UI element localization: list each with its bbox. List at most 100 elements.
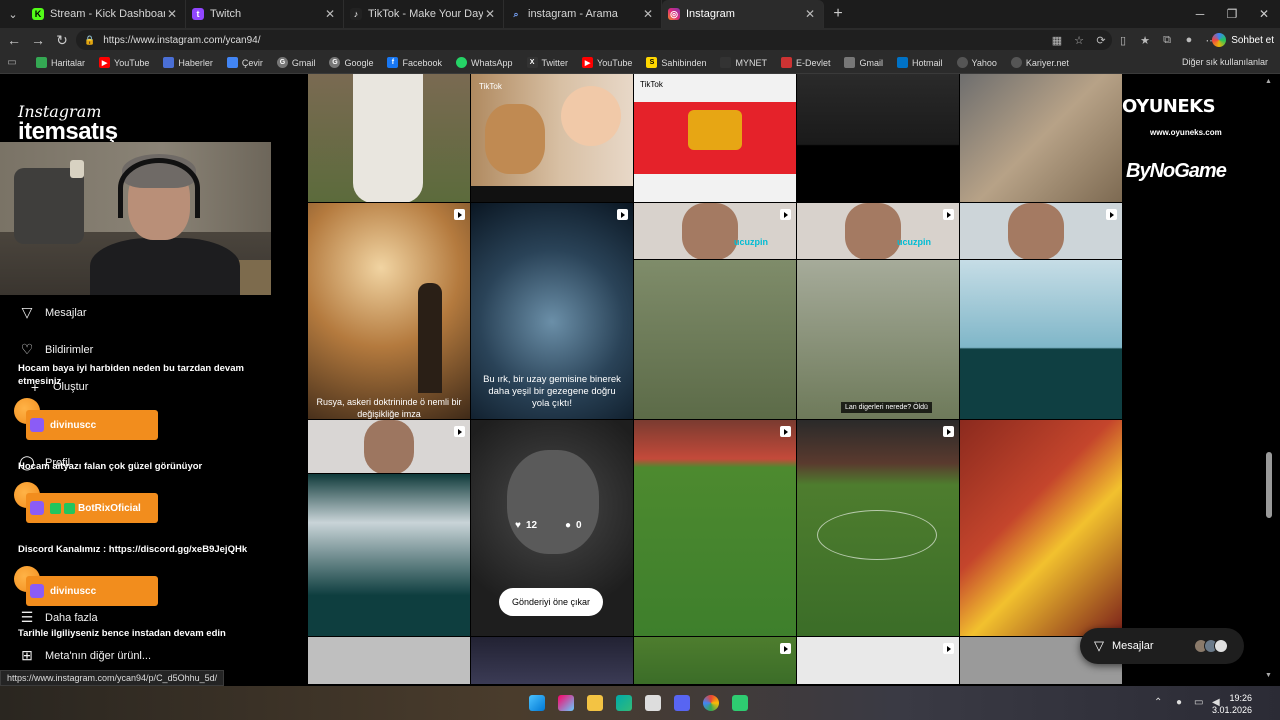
bot-icon bbox=[50, 502, 61, 514]
post-tile-game[interactable] bbox=[308, 474, 471, 637]
bookmark-item[interactable]: ▶ YouTube bbox=[99, 57, 149, 68]
post-tile[interactable]: Bu ırk, bir uzay gemisine binerek daha y… bbox=[471, 203, 634, 420]
bookmark-item[interactable]: E-Devlet bbox=[780, 57, 830, 68]
bookmark-item[interactable]: X Twitter bbox=[526, 57, 568, 68]
post-tile[interactable] bbox=[797, 74, 960, 203]
post-tile-game[interactable] bbox=[634, 260, 797, 420]
apps-icon[interactable]: ▦ bbox=[1046, 34, 1068, 47]
tab-twitch[interactable]: t Twitch ✕ bbox=[186, 0, 344, 28]
close-icon[interactable]: ✕ bbox=[641, 7, 655, 21]
system-clock[interactable]: 19:26 3.01.2026 bbox=[1212, 692, 1252, 716]
favorites-icon[interactable]: ★ bbox=[1134, 34, 1156, 47]
messages-floating-button[interactable]: ▽ Mesajlar bbox=[1080, 628, 1244, 664]
post-tile[interactable]: TikTok bbox=[471, 74, 634, 203]
post-tile[interactable]: Rusya, askeri doktrininde ö nemli bir de… bbox=[308, 203, 471, 420]
tab-instagram-search[interactable]: ⌕ instagram - Arama ✕ bbox=[504, 0, 662, 28]
start-icon[interactable] bbox=[529, 695, 545, 711]
post-tile-crowd[interactable] bbox=[960, 420, 1123, 637]
favorite-star-icon[interactable]: ☆ bbox=[1068, 34, 1090, 47]
streamer-face bbox=[845, 203, 901, 259]
app-icon[interactable] bbox=[732, 695, 748, 711]
sidebar-item-messages[interactable]: ▽ Mesajlar bbox=[18, 304, 87, 321]
tab-kick[interactable]: K Stream - Kick Dashboard ✕ bbox=[26, 0, 186, 28]
post-tile-stream[interactable]: ucuzpin bbox=[634, 203, 797, 260]
boost-post-button[interactable]: Gönderiyi öne çıkar bbox=[499, 588, 603, 616]
post-tile[interactable]: TikTok bbox=[634, 74, 797, 203]
back-icon[interactable]: ← bbox=[2, 32, 26, 48]
tray-chevron-icon[interactable]: ⌃ bbox=[1154, 697, 1162, 708]
minimize-icon[interactable]: ─ bbox=[1184, 0, 1216, 28]
file-explorer-icon[interactable] bbox=[587, 695, 603, 711]
copilot-icon bbox=[1212, 33, 1227, 47]
post-tile-hovered[interactable]: ♥ 12 ● 0 Gönderiyi öne çıkar bbox=[471, 420, 634, 637]
post-tile-game[interactable] bbox=[960, 260, 1123, 420]
sidebar-item-meta[interactable]: ⊞ Meta'nın diğer ürünl... bbox=[18, 647, 151, 664]
post-tile[interactable] bbox=[797, 637, 960, 685]
mic-icon[interactable]: ● bbox=[1176, 697, 1182, 708]
post-tile[interactable] bbox=[471, 637, 634, 685]
split-icon[interactable]: ▯ bbox=[1112, 34, 1134, 47]
bookmark-item[interactable]: WhatsApp bbox=[456, 57, 513, 68]
avatar bbox=[1214, 639, 1228, 653]
profile-photo bbox=[507, 450, 599, 554]
bookmark-item[interactable]: G Gmail bbox=[276, 57, 315, 68]
close-icon[interactable]: ✕ bbox=[323, 7, 337, 21]
chat-message: Discord Kanalımız : https://discord.gg/x… bbox=[18, 544, 248, 555]
scroll-up-icon[interactable]: ▲ bbox=[1265, 78, 1272, 85]
bookmark-item[interactable]: Kariyer.net bbox=[1010, 57, 1069, 68]
scroll-down-icon[interactable]: ▼ bbox=[1265, 672, 1272, 679]
bookmark-item[interactable]: MYNET bbox=[720, 57, 767, 68]
url-field[interactable]: 🔒 https://www.instagram.com/ycan94/ bbox=[76, 30, 1112, 50]
profile-avatar[interactable]: ● bbox=[1178, 34, 1200, 46]
new-tab-button[interactable]: + bbox=[824, 5, 852, 23]
post-tile-football[interactable] bbox=[797, 420, 960, 637]
bookmark-item[interactable]: f Facebook bbox=[387, 57, 442, 68]
post-tile[interactable] bbox=[960, 74, 1123, 203]
collections-icon[interactable]: ⧉ bbox=[1156, 34, 1178, 47]
close-icon[interactable]: ✕ bbox=[483, 7, 497, 21]
close-window-icon[interactable]: ✕ bbox=[1248, 0, 1280, 28]
edge-icon[interactable] bbox=[616, 695, 632, 711]
post-tile-stream[interactable] bbox=[960, 203, 1123, 260]
bookmark-item[interactable]: S Sahibinden bbox=[646, 57, 706, 68]
bookmark-item[interactable]: Gmail bbox=[844, 57, 883, 68]
post-tile-stream[interactable]: ucuzpin bbox=[797, 203, 960, 260]
other-bookmarks[interactable]: Diğer sık kullanılanlar bbox=[1182, 57, 1268, 67]
post-tile-stream[interactable] bbox=[308, 420, 471, 474]
sidebar-item-more[interactable]: ☰ Daha fazla bbox=[18, 609, 98, 626]
post-tile-game[interactable]: Lan digerleri nerede? Öldü bbox=[797, 260, 960, 420]
reading-list-icon[interactable]: ▭ bbox=[0, 57, 24, 68]
bookmark-item[interactable]: Yahoo bbox=[956, 57, 997, 68]
bookmark-item[interactable]: ▶ YouTube bbox=[582, 57, 632, 68]
post-tile[interactable] bbox=[308, 74, 471, 203]
post-tile[interactable] bbox=[308, 637, 471, 685]
reload-icon[interactable]: ↻ bbox=[50, 32, 74, 49]
copilot-icon[interactable] bbox=[558, 695, 574, 711]
extensions-icon[interactable]: ⟳ bbox=[1090, 34, 1112, 47]
post-tile[interactable] bbox=[634, 637, 797, 685]
network-icon[interactable]: ▭ bbox=[1194, 697, 1203, 708]
bookmark-label: MYNET bbox=[735, 57, 767, 68]
restore-icon[interactable]: ❐ bbox=[1216, 0, 1248, 28]
discord-icon[interactable] bbox=[674, 695, 690, 711]
chrome-icon[interactable] bbox=[703, 695, 719, 711]
close-icon[interactable]: ✕ bbox=[803, 7, 817, 21]
tab-instagram[interactable]: ◎ Instagram ✕ bbox=[662, 0, 824, 28]
tab-list-button[interactable]: ⌄ bbox=[0, 0, 26, 28]
bookmark-item[interactable]: Hotmail bbox=[897, 57, 943, 68]
copilot-chat-button[interactable]: Sohbet et bbox=[1212, 31, 1274, 49]
scrollbar-thumb[interactable] bbox=[1266, 452, 1272, 518]
bookmark-item[interactable]: Haritalar bbox=[36, 57, 85, 68]
chat-user-badge: divinuscc bbox=[26, 410, 158, 440]
store-icon[interactable] bbox=[645, 695, 661, 711]
tab-tiktok[interactable]: ♪ TikTok - Make Your Day ✕ bbox=[344, 0, 504, 28]
instagram-icon: ◎ bbox=[668, 8, 680, 20]
forward-icon[interactable]: → bbox=[26, 32, 50, 48]
bookmark-item[interactable]: Çevir bbox=[226, 57, 263, 68]
bookmark-item[interactable]: Haberler bbox=[163, 57, 213, 68]
sidebar-item-notifications[interactable]: ♡ Bildirimler bbox=[18, 341, 94, 358]
mynet-icon bbox=[720, 57, 732, 68]
post-tile-football[interactable] bbox=[634, 420, 797, 637]
bookmark-item[interactable]: G Google bbox=[329, 57, 373, 68]
close-icon[interactable]: ✕ bbox=[165, 7, 179, 21]
